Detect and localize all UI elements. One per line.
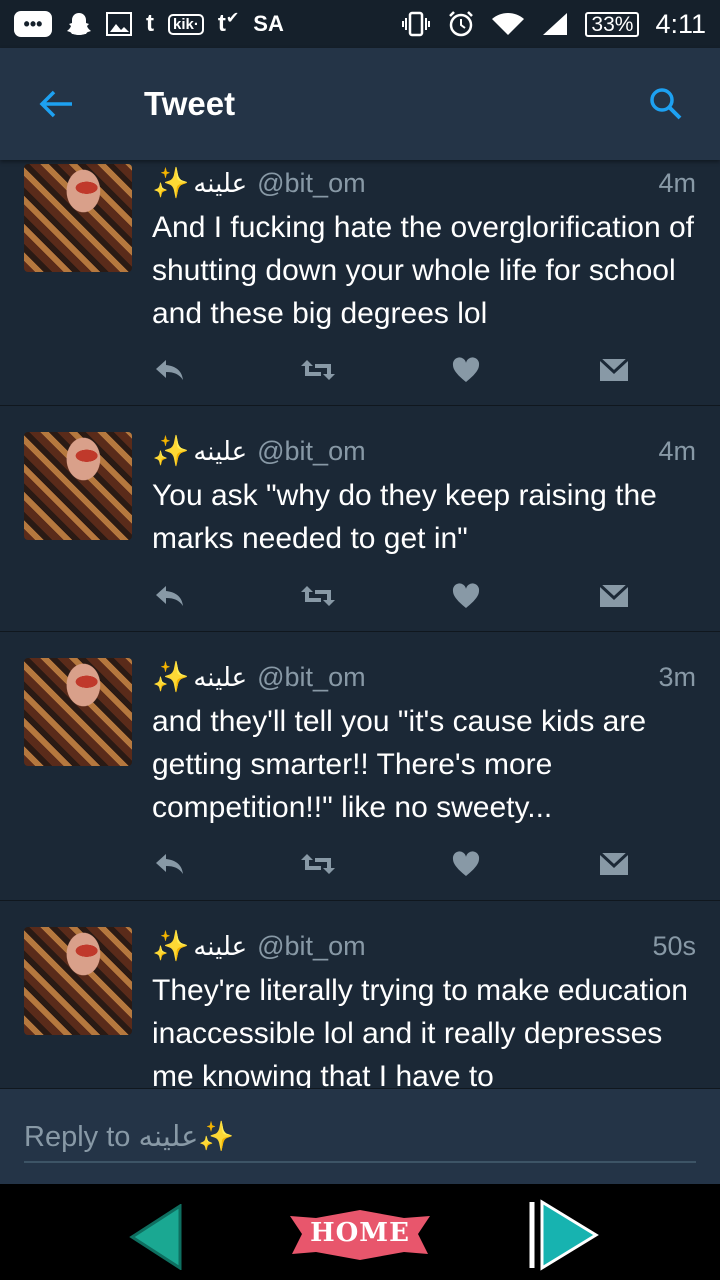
heart-icon	[452, 851, 480, 876]
envelope-icon	[599, 851, 629, 875]
direct-message-button[interactable]	[596, 580, 632, 612]
heart-icon	[452, 583, 480, 608]
status-bar: ••• t kik· t ✔ SA 33% 4:11	[0, 0, 720, 48]
reply-button[interactable]	[152, 580, 188, 612]
kik-icon: kik·	[168, 13, 204, 35]
timestamp: 3m	[658, 662, 696, 692]
retweet-icon	[301, 360, 335, 380]
tweet-header: ✨ علينه @bit_om 4m	[152, 434, 696, 469]
tweet-item[interactable]: ✨ علينه @bit_om 4m And I fucking hate the…	[0, 160, 720, 406]
display-name-text: علينه	[193, 436, 248, 467]
avatar[interactable]	[24, 658, 132, 766]
nav-back-button[interactable]	[128, 1203, 184, 1275]
tweet-actions	[152, 354, 632, 386]
heart-icon	[452, 357, 480, 382]
tweet-feed[interactable]: ✨ علينه @bit_om 4m And I fucking hate the…	[0, 160, 720, 1088]
tweet-actions	[152, 848, 632, 880]
reply-button[interactable]	[152, 848, 188, 880]
retweet-button[interactable]	[300, 580, 336, 612]
tweet-text: You ask "why do they keep raising the ma…	[152, 479, 657, 555]
avatar[interactable]	[24, 432, 132, 540]
display-name-text: علينه	[193, 931, 248, 962]
retweet-button[interactable]	[300, 354, 336, 386]
signal-icon	[541, 11, 569, 37]
tumblr-icon: t	[146, 10, 154, 37]
tweet-text: And I fucking hate the overglorification…	[152, 211, 694, 330]
search-icon	[650, 88, 682, 120]
reply-icon	[156, 360, 183, 380]
tweet-item[interactable]: ✨ علينه @bit_om 3m and they'll tell you "…	[0, 632, 720, 901]
search-button[interactable]	[644, 82, 688, 126]
handle: @bit_om	[257, 168, 366, 198]
back-arrow-icon	[39, 90, 72, 118]
clock: 4:11	[655, 8, 706, 39]
gallery-icon	[106, 12, 132, 36]
tweet-actions	[152, 580, 632, 612]
sparkle-icon: ✨	[152, 166, 190, 201]
tweet-header: ✨ علينه @bit_om 50s	[152, 929, 696, 964]
snapchat-icon	[66, 11, 92, 37]
triangle-back-icon	[129, 1203, 182, 1271]
alarm-icon	[447, 10, 475, 38]
retweet-icon	[301, 854, 335, 874]
timestamp: 4m	[658, 436, 696, 466]
tumblr-check-icon: t ✔	[217, 10, 240, 37]
page-title: Tweet	[144, 85, 236, 122]
display-name-text: علينه	[193, 168, 248, 199]
tumblr-check-label: t	[217, 10, 226, 37]
tweet-header: ✨ علينه @bit_om 4m	[152, 166, 696, 201]
wifi-icon	[491, 11, 525, 37]
display-name[interactable]: ✨ علينه	[152, 434, 247, 469]
sparkle-icon: ✨	[152, 929, 190, 964]
retweet-icon	[301, 586, 335, 606]
timestamp: 4m	[658, 168, 696, 198]
tweet-text: They're literally trying to make educati…	[152, 974, 688, 1088]
tweet-item[interactable]: ✨ علينه @bit_om 4m You ask "why do they k…	[0, 406, 720, 632]
reply-button[interactable]	[152, 354, 188, 386]
avatar[interactable]	[24, 164, 132, 272]
reply-icon	[156, 854, 183, 874]
reply-icon	[156, 586, 183, 606]
handle: @bit_om	[257, 931, 366, 961]
envelope-icon	[599, 357, 629, 381]
like-button[interactable]	[448, 354, 484, 386]
handle: @bit_om	[257, 662, 366, 692]
display-name[interactable]: ✨ علينه	[152, 660, 247, 695]
display-name-text: علينه	[193, 662, 248, 693]
skip-forward-icon	[529, 1199, 599, 1271]
tweet-item[interactable]: ✨ علينه @bit_om 50s They're literally try…	[0, 901, 720, 1088]
avatar[interactable]	[24, 927, 132, 1035]
like-button[interactable]	[448, 848, 484, 880]
tweet-header: ✨ علينه @bit_om 3m	[152, 660, 696, 695]
back-button[interactable]	[26, 74, 86, 134]
carrier-label: SA	[253, 11, 284, 36]
more-notifications-icon: •••	[14, 11, 52, 37]
handle: @bit_om	[257, 436, 366, 466]
sparkle-icon: ✨	[152, 434, 190, 469]
tweet-text: and they'll tell you "it's cause kids ar…	[152, 705, 647, 824]
timestamp: 50s	[652, 931, 696, 961]
like-button[interactable]	[448, 580, 484, 612]
direct-message-button[interactable]	[596, 848, 632, 880]
check-badge-icon: ✔	[225, 10, 240, 27]
sparkle-icon: ✨	[152, 660, 190, 695]
home-label: HOME	[310, 1218, 410, 1248]
reply-input[interactable]: Reply to علينه✨	[24, 1111, 696, 1163]
navigation-bar: HOME	[0, 1184, 720, 1280]
vibrate-icon	[401, 11, 431, 37]
display-name[interactable]: ✨ علينه	[152, 929, 247, 964]
nav-forward-button[interactable]	[528, 1198, 600, 1277]
reply-bar: Reply to علينه✨	[0, 1088, 720, 1185]
battery-indicator: 33%	[585, 11, 640, 37]
display-name[interactable]: ✨ علينه	[152, 166, 247, 201]
nav-home-button[interactable]: HOME	[288, 1208, 432, 1269]
envelope-icon	[599, 583, 629, 607]
retweet-button[interactable]	[300, 848, 336, 880]
direct-message-button[interactable]	[596, 354, 632, 386]
app-bar: Tweet	[0, 48, 720, 160]
